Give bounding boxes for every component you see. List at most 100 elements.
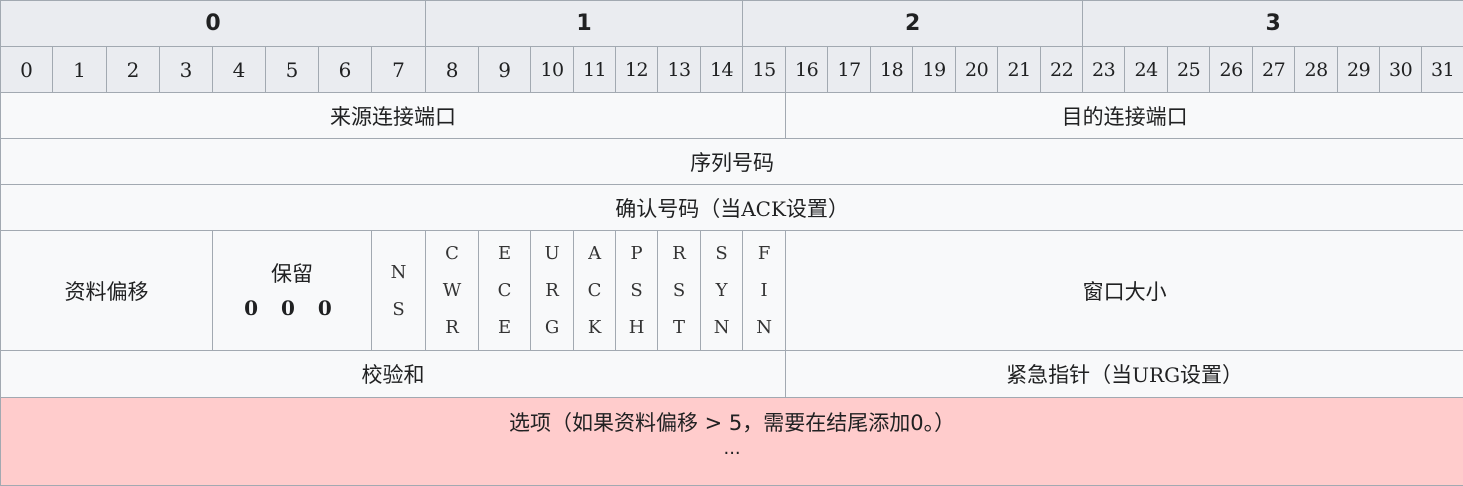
bit-2: 2 xyxy=(107,47,160,93)
ack-number-prefix: 确认号码（当 xyxy=(615,197,741,221)
flag-char: S xyxy=(372,291,425,328)
reserved-label: 保留 xyxy=(213,257,371,291)
flag-psh: P S H xyxy=(616,231,658,351)
flag-char: A xyxy=(574,235,615,272)
flag-char: N xyxy=(743,309,785,346)
bit-17: 17 xyxy=(828,47,871,93)
flag-char: E xyxy=(479,309,530,346)
flag-cwr: C W R xyxy=(426,231,479,351)
bit-30: 30 xyxy=(1380,47,1422,93)
bit-24: 24 xyxy=(1125,47,1168,93)
bit-25: 25 xyxy=(1168,47,1210,93)
bit-29: 29 xyxy=(1338,47,1380,93)
flag-char: C xyxy=(479,272,530,309)
reserved-bits: 0 0 0 xyxy=(213,291,371,325)
flag-char: R xyxy=(658,235,700,272)
octet-header-row: 0 1 2 3 xyxy=(1,1,1463,47)
flag-char: G xyxy=(531,309,573,346)
bit-header-row: 0 1 2 3 4 5 6 7 8 9 10 11 12 13 14 15 16… xyxy=(1,47,1463,93)
options-text: 选项（如果资料偏移 > 5，需要在结尾添加0。） xyxy=(1,408,1463,438)
flag-char: K xyxy=(574,309,615,346)
bit-22: 22 xyxy=(1041,47,1083,93)
urgent-prefix: 紧急指针（当 xyxy=(1006,363,1132,387)
flag-char: W xyxy=(426,272,478,309)
flag-char: R xyxy=(531,272,573,309)
options-field: 选项（如果资料偏移 > 5，需要在结尾添加0。） ... xyxy=(1,398,1463,486)
bit-23: 23 xyxy=(1083,47,1125,93)
flag-char: F xyxy=(743,235,785,272)
ports-row: 来源连接端口 目的连接端口 xyxy=(1,93,1463,139)
bit-31: 31 xyxy=(1422,47,1463,93)
ack-number-field: 确认号码（当ACK设置） xyxy=(1,185,1463,231)
flag-char: U xyxy=(531,235,573,272)
octet-0: 0 xyxy=(1,1,426,47)
options-row: 选项（如果资料偏移 > 5，需要在结尾添加0。） ... xyxy=(1,398,1463,486)
flag-char: R xyxy=(426,309,478,346)
bit-1: 1 xyxy=(53,47,107,93)
bit-11: 11 xyxy=(574,47,616,93)
urgent-code: URG xyxy=(1132,363,1180,387)
flag-char: E xyxy=(479,235,530,272)
flag-char: S xyxy=(701,235,742,272)
flag-urg: U R G xyxy=(531,231,574,351)
dest-port-field: 目的连接端口 xyxy=(786,93,1463,139)
reserved-field: 保留 0 0 0 xyxy=(213,231,372,351)
bit-15: 15 xyxy=(743,47,786,93)
bit-28: 28 xyxy=(1295,47,1338,93)
flag-char: P xyxy=(616,235,657,272)
bit-21: 21 xyxy=(998,47,1041,93)
source-port-field: 来源连接端口 xyxy=(1,93,786,139)
bit-18: 18 xyxy=(871,47,913,93)
tcp-header-table: 0 1 2 3 0 1 2 3 4 5 6 7 8 9 10 11 12 13 … xyxy=(0,0,1463,486)
data-offset-field: 资料偏移 xyxy=(1,231,213,351)
bit-14: 14 xyxy=(701,47,743,93)
bit-5: 5 xyxy=(266,47,319,93)
flag-char: N xyxy=(372,254,425,291)
ack-number-suffix: 设置） xyxy=(786,197,849,221)
urgent-pointer-field: 紧急指针（当URG设置） xyxy=(786,351,1463,398)
flag-char: S xyxy=(616,272,657,309)
bit-10: 10 xyxy=(531,47,574,93)
checksum-field: 校验和 xyxy=(1,351,786,398)
flag-char: C xyxy=(426,235,478,272)
bit-26: 26 xyxy=(1210,47,1253,93)
bit-13: 13 xyxy=(658,47,701,93)
flag-char: T xyxy=(658,309,700,346)
options-ellipsis: ... xyxy=(1,438,1463,460)
octet-3: 3 xyxy=(1083,1,1463,47)
octet-1: 1 xyxy=(426,1,743,47)
urgent-suffix: 设置） xyxy=(1180,363,1243,387)
flag-char: S xyxy=(658,272,700,309)
sequence-row: 序列号码 xyxy=(1,139,1463,185)
bit-20: 20 xyxy=(956,47,998,93)
flag-ece: E C E xyxy=(479,231,531,351)
bit-12: 12 xyxy=(616,47,658,93)
bit-19: 19 xyxy=(913,47,956,93)
sequence-number-field: 序列号码 xyxy=(1,139,1463,185)
flag-ack: A C K xyxy=(574,231,616,351)
bit-27: 27 xyxy=(1253,47,1295,93)
checksum-row: 校验和 紧急指针（当URG设置） xyxy=(1,351,1463,398)
flag-rst: R S T xyxy=(658,231,701,351)
flag-fin: F I N xyxy=(743,231,786,351)
ack-number-code: ACK xyxy=(741,197,786,221)
offset-flags-row: 资料偏移 保留 0 0 0 N S C W R E C E U R G A C … xyxy=(1,231,1463,351)
bit-7: 7 xyxy=(372,47,426,93)
flag-char: Y xyxy=(701,272,742,309)
bit-9: 9 xyxy=(479,47,531,93)
flag-char: H xyxy=(616,309,657,346)
bit-8: 8 xyxy=(426,47,479,93)
flag-char: N xyxy=(701,309,742,346)
flag-syn: S Y N xyxy=(701,231,743,351)
bit-16: 16 xyxy=(786,47,828,93)
window-size-field: 窗口大小 xyxy=(786,231,1463,351)
flag-char: C xyxy=(574,272,615,309)
octet-2: 2 xyxy=(743,1,1083,47)
bit-4: 4 xyxy=(213,47,266,93)
bit-6: 6 xyxy=(319,47,372,93)
ack-row: 确认号码（当ACK设置） xyxy=(1,185,1463,231)
bit-3: 3 xyxy=(160,47,213,93)
flag-char: I xyxy=(743,272,785,309)
flag-ns: N S xyxy=(372,231,426,351)
bit-0: 0 xyxy=(1,47,53,93)
